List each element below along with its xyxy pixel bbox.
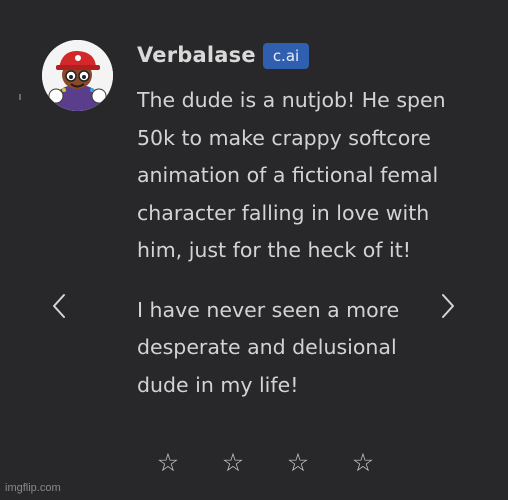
watermark: imgflip.com — [5, 482, 61, 494]
chevron-right-icon[interactable] — [441, 293, 455, 319]
star-outline-icon[interactable]: ☆ — [285, 450, 311, 476]
message-body: The dude is a nutjob! He spen 50k to mak… — [137, 82, 508, 404]
chevron-left-icon[interactable] — [52, 293, 66, 319]
avatar-character-icon — [42, 40, 113, 111]
avatar[interactable] — [42, 40, 113, 111]
star-outline-icon[interactable]: ☆ — [155, 450, 181, 476]
star-outline-icon[interactable]: ☆ — [220, 450, 246, 476]
chat-screen: Verbalase c.ai The dude is a nutjob! He … — [0, 0, 508, 500]
left-edge-mark — [19, 94, 21, 100]
star-rating: ☆ ☆ ☆ ☆ — [155, 450, 376, 476]
message-paragraph: The dude is a nutjob! He spen 50k to mak… — [137, 88, 446, 262]
author-name[interactable]: Verbalase — [137, 43, 256, 67]
star-outline-icon[interactable]: ☆ — [350, 450, 376, 476]
ai-badge: c.ai — [263, 43, 309, 69]
